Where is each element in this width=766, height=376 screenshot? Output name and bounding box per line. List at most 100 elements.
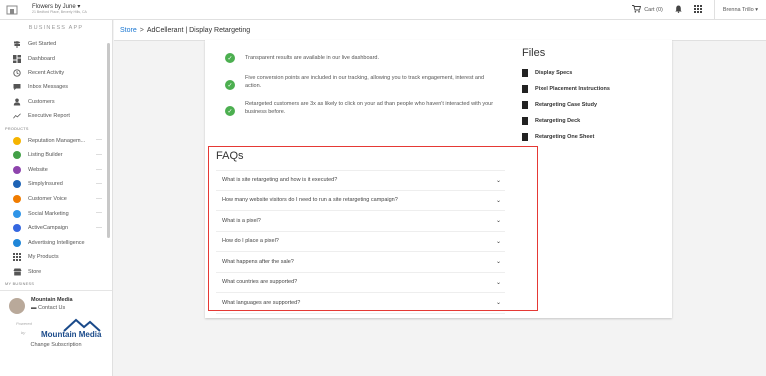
product-label: ActiveCampaign bbox=[28, 225, 69, 232]
cart-button[interactable]: Cart (0) bbox=[632, 5, 663, 15]
faq-heading: FAQs bbox=[216, 150, 244, 162]
sidebar-item-label: Customers bbox=[28, 98, 55, 105]
faq-item[interactable]: How many website visitors do I need to r… bbox=[216, 191, 505, 211]
partner-avatar bbox=[9, 298, 25, 314]
user-menu-button[interactable]: Brenna Trillo ▾ bbox=[713, 0, 758, 20]
product-advertising-intelligence[interactable]: Advertising Intelligence bbox=[0, 236, 112, 251]
products-heading: PRODUCTS bbox=[5, 127, 29, 132]
inbox-icon bbox=[13, 83, 21, 91]
faq-section: FAQs What is site retargeting and how is… bbox=[208, 146, 538, 314]
document-icon bbox=[522, 85, 528, 93]
benefit-text: Five conversion points are included in o… bbox=[245, 75, 485, 89]
sidebar-item-label: Recent Activity bbox=[28, 69, 65, 76]
benefit-text: Retargeted customers are 3x as likely to… bbox=[245, 101, 494, 115]
sidebar-item-label: Get Started bbox=[28, 41, 57, 48]
breadcrumb-store-link[interactable]: Store bbox=[120, 27, 137, 34]
social-marketing-product-icon bbox=[13, 209, 21, 218]
breadcrumb: Store > AdCellerant | Display Retargetin… bbox=[114, 20, 766, 41]
mountain-media-logo-text: Mountain Media bbox=[41, 330, 102, 339]
sidebar-item-get-started[interactable]: Get Started bbox=[0, 37, 112, 51]
sidebar-item-recent-activity[interactable]: Recent Activity bbox=[0, 66, 112, 80]
chat-icon: ▬ bbox=[31, 305, 39, 311]
sidebar-scrollbar[interactable] bbox=[107, 43, 110, 238]
business-logo-icon bbox=[5, 3, 19, 17]
sidebar-item-label: Executive Report bbox=[28, 113, 70, 120]
advertising-intelligence-product-icon bbox=[13, 238, 21, 247]
product-customer-voice[interactable]: Customer Voice bbox=[0, 192, 112, 207]
document-icon bbox=[522, 117, 528, 125]
faq-item[interactable]: What is a pixel? ⌄ bbox=[216, 211, 505, 232]
sidebar-item-dashboard[interactable]: Dashboard bbox=[0, 51, 112, 65]
product-listing-builder[interactable]: Listing Builder bbox=[0, 148, 112, 163]
signpost-icon bbox=[13, 40, 21, 49]
sidebar-item-executive-report[interactable]: Executive Report bbox=[0, 109, 112, 123]
product-menu-handle bbox=[96, 183, 102, 185]
check-icon: ✓ bbox=[225, 53, 235, 63]
change-subscription-link[interactable]: Change Subscription bbox=[0, 342, 112, 348]
faq-list: What is site retargeting and how is it e… bbox=[216, 170, 505, 314]
business-address: 21 Bedford Place, Beverly Hills, CA bbox=[32, 9, 87, 14]
sidebar-item-label: Dashboard bbox=[28, 55, 55, 62]
store-icon bbox=[13, 268, 22, 276]
file-link-display-specs[interactable]: Display Specs bbox=[522, 69, 572, 77]
page-title: AdCellerant | Display Retargeting bbox=[146, 26, 251, 34]
product-label: Advertising Intelligence bbox=[28, 239, 85, 246]
website-product-icon bbox=[13, 165, 21, 174]
product-website[interactable]: Website bbox=[0, 163, 112, 178]
cart-icon bbox=[632, 5, 642, 15]
faq-item[interactable]: What is site retargeting and how is it e… bbox=[216, 170, 505, 191]
sidebar-item-inbox[interactable]: Inbox Messages bbox=[0, 80, 112, 94]
breadcrumb-separator: > bbox=[139, 26, 144, 34]
dashboard-icon bbox=[13, 54, 21, 63]
sidebar-item-store[interactable]: Store bbox=[0, 265, 112, 280]
product-label: SimplyInsured bbox=[28, 181, 63, 188]
notification-bell-icon[interactable] bbox=[675, 5, 682, 15]
partner-name: Mountain Media bbox=[31, 297, 73, 303]
product-menu-handle bbox=[96, 139, 102, 141]
chevron-down-icon: ⌄ bbox=[495, 218, 501, 225]
file-link-one-sheet[interactable]: Retargeting One Sheet bbox=[522, 133, 594, 141]
person-icon bbox=[13, 98, 21, 106]
file-link-pixel-placement[interactable]: Pixel Placement Instructions bbox=[522, 85, 610, 93]
by-label: by bbox=[21, 330, 26, 335]
files-heading: Files bbox=[522, 47, 546, 59]
file-link-case-study[interactable]: Retargeting Case Study bbox=[522, 101, 597, 109]
chevron-down-icon: ⌄ bbox=[495, 177, 501, 184]
reputation-product-icon bbox=[13, 136, 21, 145]
product-menu-handle bbox=[96, 197, 102, 199]
app-grid-icon[interactable] bbox=[693, 5, 702, 15]
chevron-down-icon: ⌄ bbox=[495, 238, 501, 245]
faq-item[interactable]: What languages are supported? ⌄ bbox=[216, 293, 505, 314]
sidebar-item-my-products[interactable]: My Products bbox=[0, 250, 112, 265]
contact-us-link[interactable]: ▬ Contact Us bbox=[31, 305, 65, 311]
benefit-item: ✓ Transparent results are available in o… bbox=[225, 53, 495, 63]
top-bar: Flowers by June ▾ 21 Bedford Place, Beve… bbox=[0, 0, 766, 20]
product-social-marketing[interactable]: Social Marketing bbox=[0, 206, 112, 221]
faq-item[interactable]: How do I place a pixel? ⌄ bbox=[216, 232, 505, 252]
grid-icon bbox=[13, 253, 21, 262]
sidebar-item-label: Store bbox=[28, 268, 42, 275]
history-icon bbox=[13, 69, 21, 77]
benefit-item: ✓ Retargeted customers are 3x as likely … bbox=[225, 101, 495, 117]
chevron-down-icon: ⌄ bbox=[495, 300, 501, 307]
product-menu-handle bbox=[96, 168, 102, 170]
cart-label: Cart (0) bbox=[644, 7, 663, 13]
product-simplyinsured[interactable]: SimplyInsured bbox=[0, 177, 112, 192]
benefit-text: Transparent results are available in our… bbox=[245, 55, 380, 61]
faq-item[interactable]: What happens after the sale? ⌄ bbox=[216, 252, 505, 273]
sidebar-item-customers[interactable]: Customers bbox=[0, 95, 112, 109]
product-reputation-management[interactable]: Reputation Managem... bbox=[0, 133, 112, 148]
benefit-item: ✓ Five conversion points are included in… bbox=[225, 75, 495, 91]
document-icon bbox=[522, 101, 528, 109]
business-switcher[interactable]: Flowers by June ▾ 21 Bedford Place, Beve… bbox=[32, 4, 87, 14]
powered-label: Powered bbox=[16, 321, 32, 326]
product-label: Customer Voice bbox=[28, 196, 67, 203]
product-label: Listing Builder bbox=[28, 152, 63, 159]
file-link-retargeting-deck[interactable]: Retargeting Deck bbox=[522, 117, 580, 125]
product-activecampaign[interactable]: ActiveCampaign bbox=[0, 221, 112, 236]
chevron-down-icon: ⌄ bbox=[495, 279, 501, 286]
product-menu-handle bbox=[96, 212, 102, 214]
product-menu-handle bbox=[96, 226, 102, 228]
trend-icon bbox=[13, 112, 21, 120]
faq-item[interactable]: What countries are supported? ⌄ bbox=[216, 273, 505, 293]
